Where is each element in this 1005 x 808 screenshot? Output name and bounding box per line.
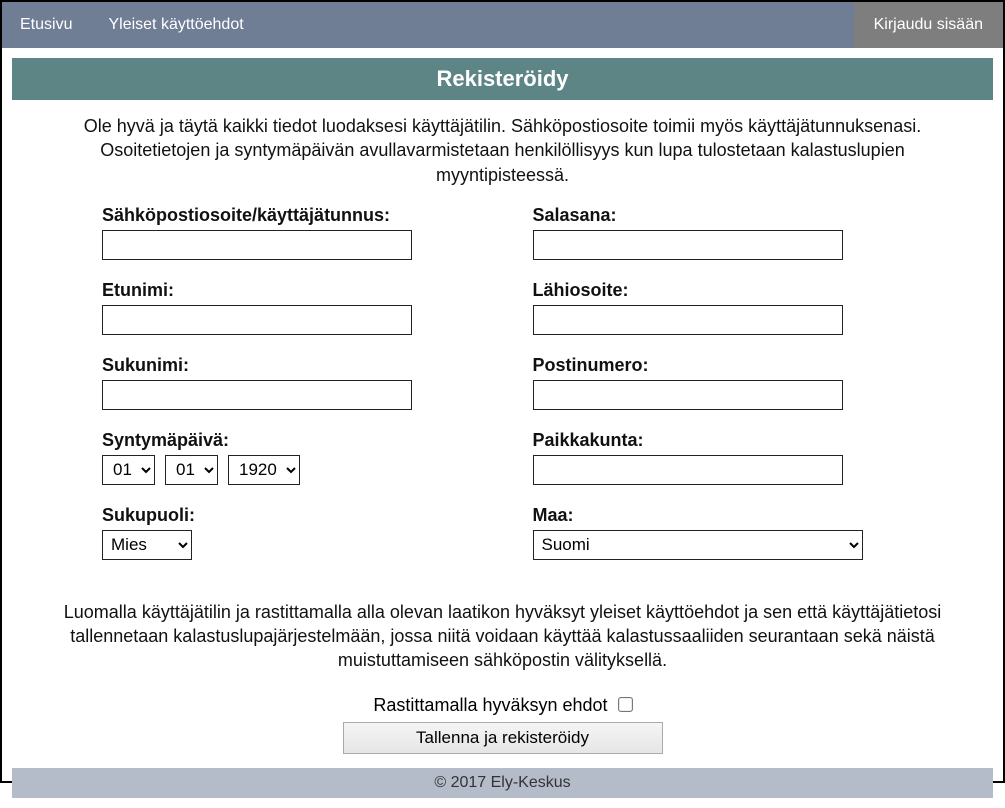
city-field[interactable] — [533, 455, 843, 485]
email-label: Sähköpostiosoite/käyttäjätunnus: — [102, 205, 473, 226]
page-title: Rekisteröidy — [12, 58, 993, 100]
address-field[interactable] — [533, 305, 843, 335]
firstname-label: Etunimi: — [102, 280, 473, 301]
lastname-field[interactable] — [102, 380, 412, 410]
email-field[interactable] — [102, 230, 412, 260]
postal-field[interactable] — [533, 380, 843, 410]
lastname-label: Sukunimi: — [102, 355, 473, 376]
country-select[interactable]: Suomi — [533, 530, 863, 560]
country-label: Maa: — [533, 505, 904, 526]
postal-label: Postinumero: — [533, 355, 904, 376]
accept-label: Rastittamalla hyväksyn ehdot — [373, 695, 607, 715]
dob-month-select[interactable]: 01 — [165, 455, 218, 485]
top-nav: Etusivu Yleiset käyttöehdot Kirjaudu sis… — [2, 2, 1003, 48]
firstname-field[interactable] — [102, 305, 412, 335]
dob-year-select[interactable]: 1920 — [228, 455, 300, 485]
submit-button[interactable]: Tallenna ja rekisteröidy — [343, 722, 663, 754]
dob-day-select[interactable]: 01 — [102, 455, 155, 485]
gender-label: Sukupuoli: — [102, 505, 473, 526]
accept-checkbox[interactable] — [618, 697, 633, 712]
nav-terms[interactable]: Yleiset käyttöehdot — [90, 2, 261, 48]
password-label: Salasana: — [533, 205, 904, 226]
gender-select[interactable]: Mies — [102, 530, 192, 560]
address-label: Lähiosoite: — [533, 280, 904, 301]
city-label: Paikkakunta: — [533, 430, 904, 451]
password-field[interactable] — [533, 230, 843, 260]
consent-text: Luomalla käyttäjätilin ja rastittamalla … — [12, 580, 993, 683]
intro-text: Ole hyvä ja täytä kaikki tiedot luodakse… — [12, 100, 993, 205]
nav-home[interactable]: Etusivu — [2, 2, 90, 48]
nav-login[interactable]: Kirjaudu sisään — [854, 2, 1003, 48]
dob-label: Syntymäpäivä: — [102, 430, 473, 451]
